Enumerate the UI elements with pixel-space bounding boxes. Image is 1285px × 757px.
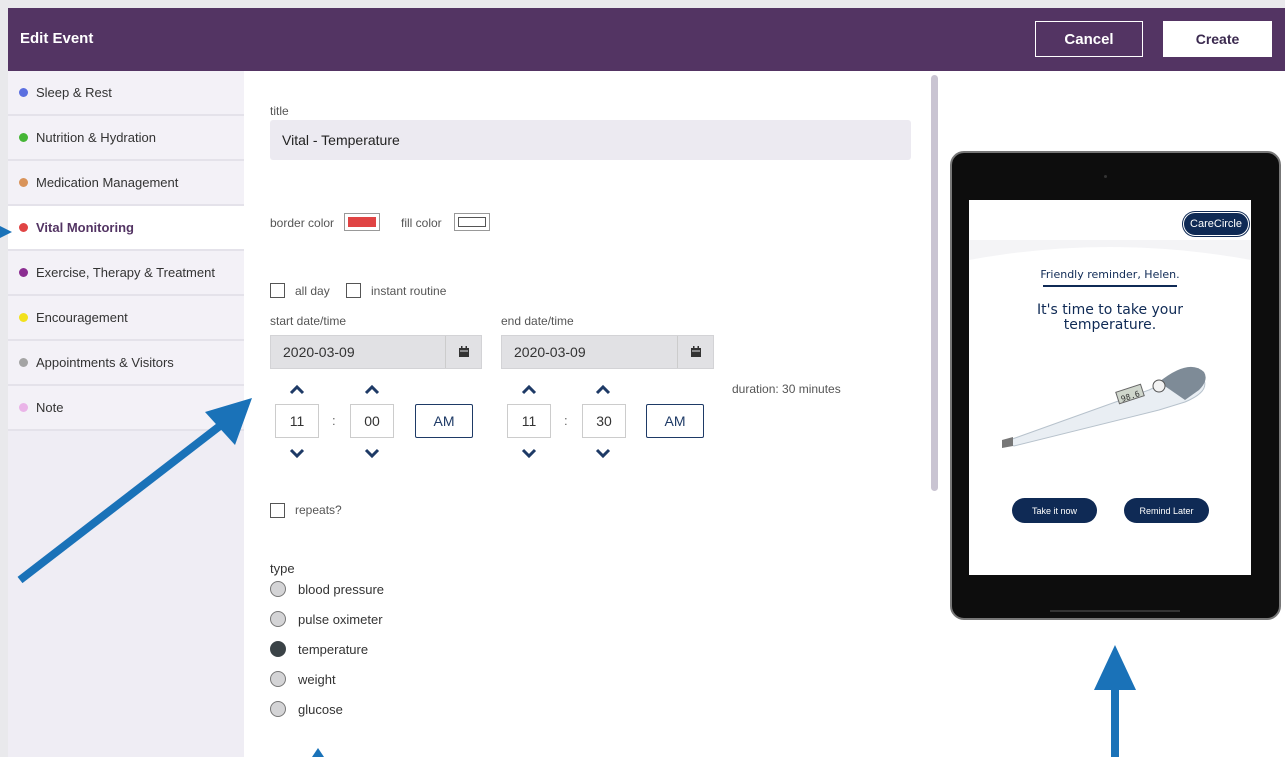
sidebar-item-label: Appointments & Visitors [36, 355, 174, 370]
form-scrollbar[interactable] [929, 71, 940, 757]
start-minute-increment-icon[interactable] [363, 382, 381, 396]
repeats-label: repeats? [295, 503, 342, 517]
sidebar-item-label: Encouragement [36, 310, 128, 325]
end-date-value: 2020-03-09 [514, 344, 586, 360]
all-day-checkbox[interactable] [270, 283, 285, 298]
reminder-divider [1043, 285, 1177, 287]
end-minute-input[interactable]: 30 [582, 404, 626, 438]
sidebar-item-label: Vital Monitoring [36, 220, 134, 235]
type-option-blood-pressure[interactable]: blood pressure [270, 581, 384, 597]
start-minute-input[interactable]: 00 [350, 404, 394, 438]
device-preview-panel: CareCircle Friendly reminder, Helen. It'… [940, 71, 1285, 757]
radio-button[interactable] [270, 581, 286, 597]
fill-color-label: fill color [401, 216, 442, 230]
type-option-weight[interactable]: weight [270, 671, 336, 687]
sidebar-item-encouragement[interactable]: Encouragement [8, 296, 244, 341]
radio-button[interactable] [270, 611, 286, 627]
category-color-dot [19, 403, 28, 412]
cancel-button[interactable]: Cancel [1035, 21, 1143, 57]
sidebar-item-exercise-therapy[interactable]: Exercise, Therapy & Treatment [8, 251, 244, 296]
type-option-label: pulse oximeter [298, 611, 383, 627]
remind-later-button[interactable]: Remind Later [1124, 498, 1209, 523]
radio-button[interactable] [270, 701, 286, 717]
thermometer-icon: 98.6 [1002, 366, 1206, 448]
border-color-label: border color [270, 216, 335, 230]
title-input[interactable]: Vital - Temperature [270, 120, 911, 160]
category-sidebar: Sleep & Rest Nutrition & Hydration Medic… [8, 71, 244, 757]
end-ampm-toggle[interactable]: AM [646, 404, 704, 438]
start-date-value: 2020-03-09 [283, 344, 355, 360]
header-bar: Edit Event Cancel Create [8, 8, 1285, 71]
border-color-swatch[interactable] [344, 213, 380, 231]
fill-color-swatch[interactable] [454, 213, 490, 231]
category-color-dot [19, 313, 28, 322]
start-minute-decrement-icon[interactable] [363, 446, 381, 460]
sidebar-item-label: Medication Management [36, 175, 179, 190]
start-hour-decrement-icon[interactable] [288, 446, 306, 460]
instant-routine-checkbox[interactable] [346, 283, 361, 298]
all-day-label: all day [295, 284, 330, 298]
start-hour-input[interactable]: 11 [275, 404, 319, 438]
sidebar-item-appointments-visitors[interactable]: Appointments & Visitors [8, 341, 244, 386]
type-option-label: blood pressure [298, 581, 384, 597]
repeats-checkbox[interactable] [270, 503, 285, 518]
start-date-input[interactable]: 2020-03-09 [270, 335, 482, 369]
tablet-screen: CareCircle Friendly reminder, Helen. It'… [969, 200, 1251, 575]
category-color-dot [19, 268, 28, 277]
start-datetime-label: start date/time [270, 314, 347, 328]
end-minute-decrement-icon[interactable] [594, 446, 612, 460]
sidebar-item-label: Note [36, 400, 64, 415]
end-hour-decrement-icon[interactable] [520, 446, 538, 460]
tablet-frame: CareCircle Friendly reminder, Helen. It'… [950, 151, 1281, 620]
sidebar-item-label: Nutrition & Hydration [36, 130, 156, 145]
end-date-input[interactable]: 2020-03-09 [501, 335, 714, 369]
radio-button[interactable] [270, 671, 286, 687]
home-indicator [1050, 610, 1180, 612]
category-color-dot [19, 133, 28, 142]
time-separator: : [332, 413, 336, 428]
sidebar-item-label: Sleep & Rest [36, 85, 112, 100]
category-color-dot [19, 88, 28, 97]
end-minute-increment-icon[interactable] [594, 382, 612, 396]
reminder-headline: It's time to take your temperature. [1036, 302, 1183, 333]
category-color-dot [19, 358, 28, 367]
create-button[interactable]: Create [1163, 21, 1272, 57]
calendar-icon[interactable] [677, 336, 713, 368]
calendar-icon[interactable] [445, 336, 481, 368]
radio-button-selected[interactable] [270, 641, 286, 657]
type-label: type [270, 561, 295, 576]
scrollbar-thumb[interactable] [931, 75, 938, 491]
category-color-dot [19, 223, 28, 232]
type-option-label: weight [298, 671, 336, 687]
end-hour-increment-icon[interactable] [520, 382, 538, 396]
end-datetime-label: end date/time [501, 314, 574, 328]
type-option-label: temperature [298, 641, 369, 657]
sidebar-item-sleep-rest[interactable]: Sleep & Rest [8, 71, 244, 116]
sidebar-item-note[interactable]: Note [8, 386, 244, 431]
page-title: Edit Event [20, 30, 94, 47]
carecircle-logo: CareCircle [1183, 212, 1249, 236]
type-option-glucose[interactable]: glucose [270, 701, 343, 717]
reminder-greeting: Friendly reminder, Helen. [1040, 268, 1180, 281]
sidebar-item-label: Exercise, Therapy & Treatment [36, 265, 215, 280]
instant-routine-label: instant routine [371, 284, 447, 298]
edit-event-window: Edit Event Cancel Create Sleep & Rest Nu… [8, 8, 1285, 757]
sidebar-item-nutrition-hydration[interactable]: Nutrition & Hydration [8, 116, 244, 161]
camera-dot [1104, 175, 1107, 178]
type-option-pulse-oximeter[interactable]: pulse oximeter [270, 611, 383, 627]
type-option-label: glucose [298, 701, 343, 717]
end-hour-input[interactable]: 11 [507, 404, 551, 438]
category-color-dot [19, 178, 28, 187]
sidebar-item-vital-monitoring[interactable]: Vital Monitoring [8, 206, 244, 251]
take-it-now-button[interactable]: Take it now [1012, 498, 1097, 523]
sidebar-item-medication-management[interactable]: Medication Management [8, 161, 244, 206]
type-option-temperature[interactable]: temperature [270, 641, 368, 657]
event-form: title Vital - Temperature border color f… [244, 71, 929, 757]
start-ampm-toggle[interactable]: AM [415, 404, 473, 438]
title-label: title [270, 104, 289, 118]
start-hour-increment-icon[interactable] [288, 382, 306, 396]
duration-text: duration: 30 minutes [732, 382, 841, 396]
screen-header-curve [969, 240, 1251, 260]
time-separator: : [564, 413, 568, 428]
